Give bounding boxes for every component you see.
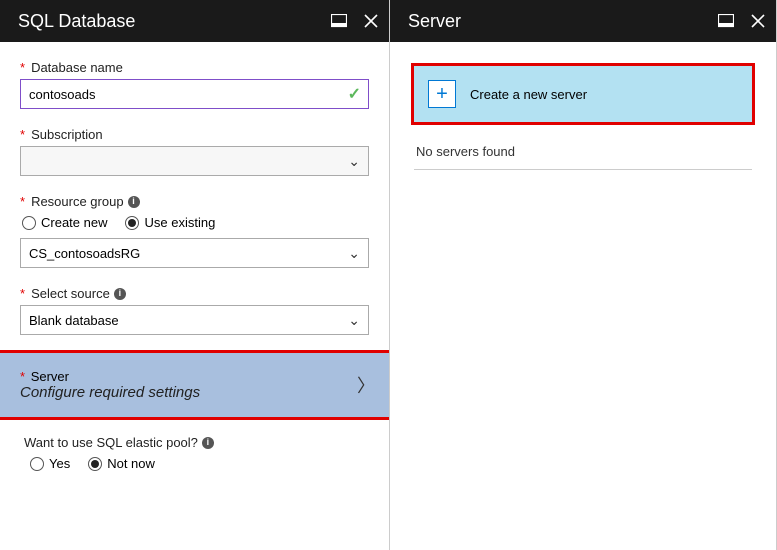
resource-group-field: * Resource group i Create new Use existi… [20, 194, 369, 268]
server-label: Server [31, 369, 69, 384]
rg-create-new-label: Create new [41, 215, 107, 230]
blade-header: Server [390, 0, 776, 42]
valid-checkmark-icon: ✓ [348, 84, 361, 104]
resource-group-label: Resource group [31, 194, 124, 209]
plus-icon: + [428, 80, 456, 108]
rg-create-new-radio[interactable]: Create new [22, 215, 107, 230]
subscription-field: * Subscription ⌄ [20, 127, 369, 176]
server-selector[interactable]: * Server Configure required settings 〉 [0, 353, 389, 417]
blade-body: * Database name ✓ * Subscription ⌄ * Res… [0, 42, 389, 550]
elastic-pool-label: Want to use SQL elastic pool? [24, 435, 198, 450]
subscription-label: Subscription [31, 127, 103, 142]
radio-icon [88, 457, 102, 471]
elastic-yes-label: Yes [49, 456, 70, 471]
restore-icon[interactable] [331, 13, 347, 29]
radio-icon [30, 457, 44, 471]
info-icon[interactable]: i [114, 288, 126, 300]
blade-title: SQL Database [18, 11, 135, 32]
server-subtext: Configure required settings [20, 384, 200, 401]
header-actions [331, 13, 379, 29]
restore-icon[interactable] [718, 13, 734, 29]
blade-body: + Create a new server No servers found [390, 42, 776, 550]
chevron-right-icon: 〉 [357, 372, 375, 398]
resource-group-value: CS_contosoadsRG [29, 246, 140, 261]
info-icon[interactable]: i [202, 437, 214, 449]
resource-group-radio-row: Create new Use existing [22, 215, 369, 230]
create-new-server-button[interactable]: + Create a new server [414, 66, 752, 122]
select-source-label: Select source [31, 286, 110, 301]
required-asterisk: * [20, 127, 25, 142]
close-icon[interactable] [750, 13, 766, 29]
close-icon[interactable] [363, 13, 379, 29]
elastic-notnow-radio[interactable]: Not now [88, 456, 155, 471]
rg-use-existing-label: Use existing [144, 215, 215, 230]
header-actions [718, 13, 766, 29]
blade-title: Server [408, 11, 461, 32]
info-icon[interactable]: i [128, 196, 140, 208]
select-source-select[interactable]: Blank database ⌄ [20, 305, 369, 335]
database-name-label: Database name [31, 60, 123, 75]
resource-group-select[interactable]: CS_contosoadsRG ⌄ [20, 238, 369, 268]
server-blade: Server + Create a new server No servers … [390, 0, 777, 550]
elastic-pool-field: Want to use SQL elastic pool? i Yes Not … [20, 435, 369, 471]
elastic-yes-radio[interactable]: Yes [30, 456, 70, 471]
subscription-select[interactable]: ⌄ [20, 146, 369, 176]
database-name-field: * Database name ✓ [20, 60, 369, 109]
select-source-field: * Select source i Blank database ⌄ [20, 286, 369, 335]
chevron-down-icon: ⌄ [348, 312, 360, 329]
blade-header: SQL Database [0, 0, 389, 42]
no-servers-message: No servers found [414, 138, 752, 170]
radio-icon [22, 216, 36, 230]
chevron-down-icon: ⌄ [348, 245, 360, 262]
radio-icon [125, 216, 139, 230]
required-asterisk: * [20, 286, 25, 301]
create-new-server-label: Create a new server [470, 87, 587, 102]
chevron-down-icon: ⌄ [348, 153, 360, 170]
required-asterisk: * [20, 60, 25, 75]
sql-database-blade: SQL Database * Database name ✓ * Sub [0, 0, 390, 550]
required-asterisk: * [20, 194, 25, 209]
select-source-value: Blank database [29, 313, 119, 328]
elastic-pool-radio-row: Yes Not now [30, 456, 369, 471]
required-asterisk: * [20, 369, 25, 384]
database-name-input[interactable] [20, 79, 369, 109]
rg-use-existing-radio[interactable]: Use existing [125, 215, 215, 230]
elastic-notnow-label: Not now [107, 456, 155, 471]
